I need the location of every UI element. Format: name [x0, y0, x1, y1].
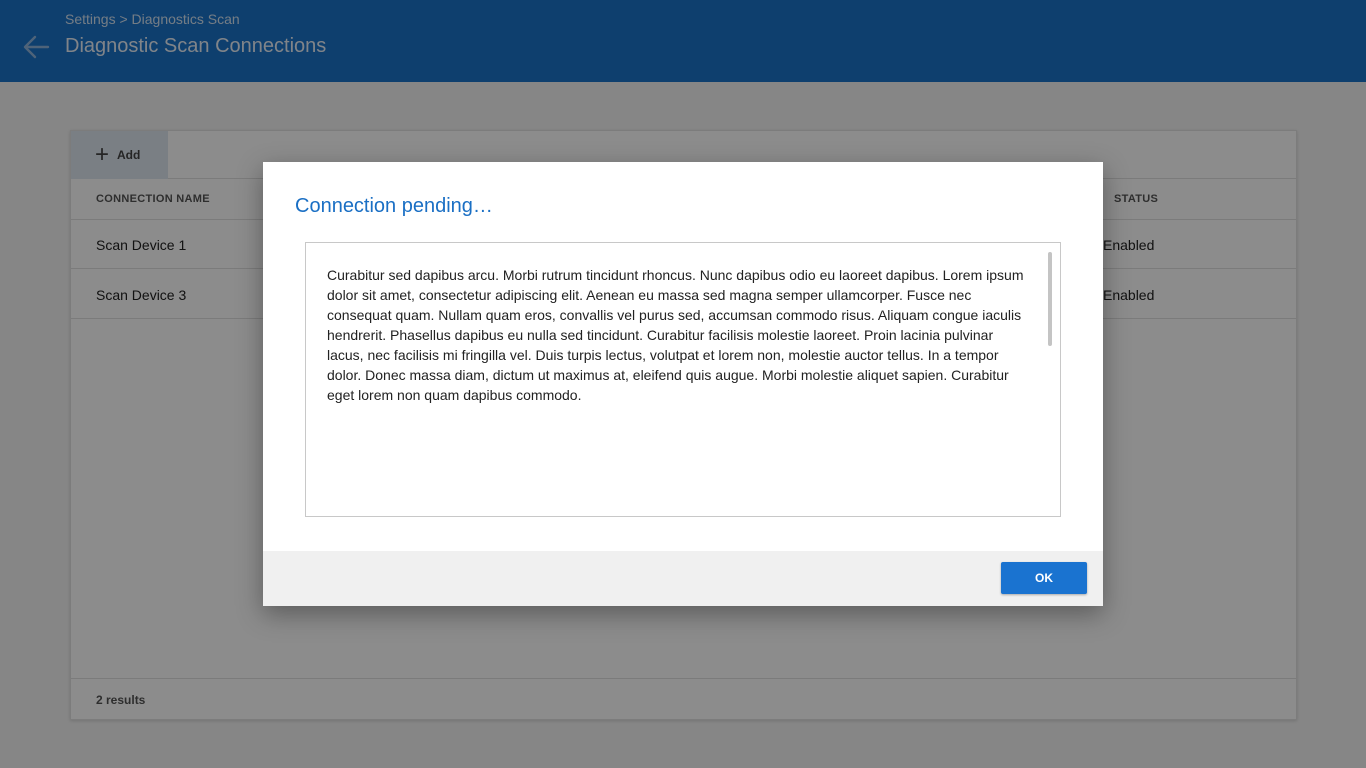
dialog-title: Connection pending…: [295, 195, 493, 217]
app-window: Settings > Diagnostics Scan Diagnostic S…: [0, 0, 1366, 768]
connection-pending-dialog: Connection pending… Curabitur sed dapibu…: [263, 162, 1103, 606]
dialog-footer: OK: [263, 551, 1103, 606]
dialog-message-box[interactable]: Curabitur sed dapibus arcu. Morbi rutrum…: [305, 242, 1061, 517]
ok-button[interactable]: OK: [1001, 562, 1087, 594]
dialog-message-text: Curabitur sed dapibus arcu. Morbi rutrum…: [327, 267, 1024, 403]
dialog-scrollbar[interactable]: [1048, 252, 1052, 346]
